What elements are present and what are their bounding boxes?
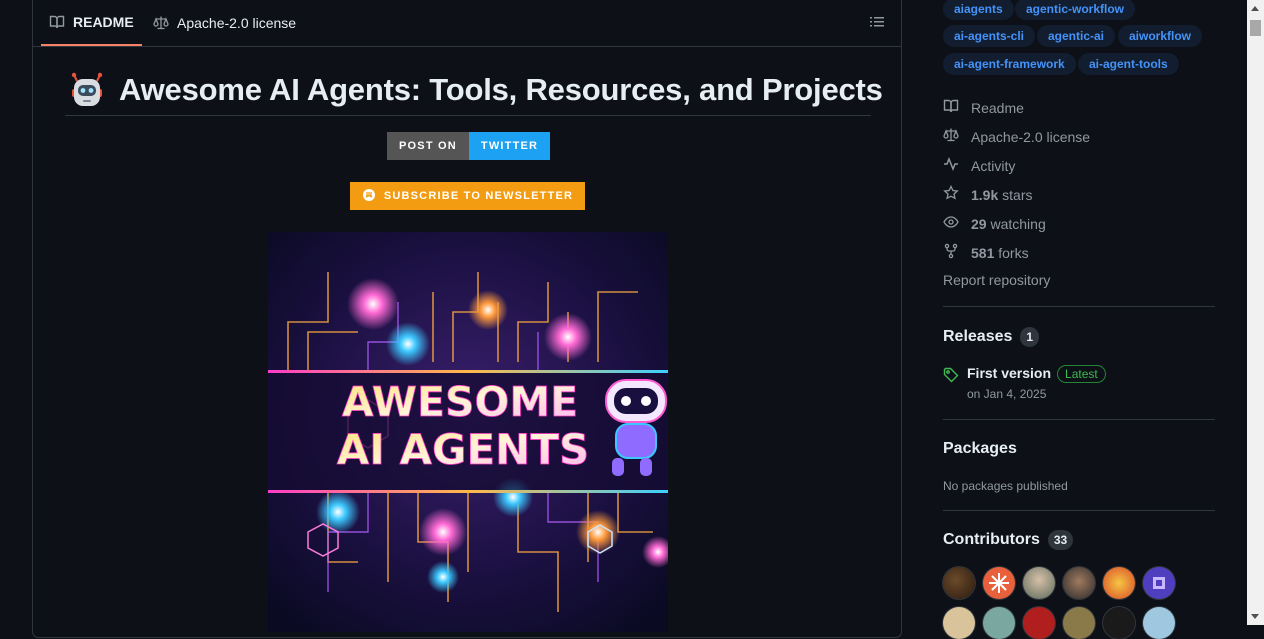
readme-panel: README Apache-2.0 license Awesome AI Age… <box>32 0 902 638</box>
post-on-label: POST ON <box>387 132 469 160</box>
avatar[interactable] <box>983 567 1015 599</box>
packages-heading[interactable]: Packages <box>943 440 1017 458</box>
stars-link[interactable]: 1.9k stars <box>943 184 1033 204</box>
topic-tag[interactable]: ai-agents-cli <box>943 25 1036 47</box>
robot-icon <box>69 72 105 108</box>
watchers-link[interactable]: 29 watching <box>943 214 1046 233</box>
release-name: First version <box>967 365 1052 381</box>
topic-tag[interactable]: agentic-workflow <box>1015 0 1136 20</box>
subscribe-newsletter-badge[interactable]: SUBSCRIBE TO NEWSLETTER <box>350 182 585 210</box>
newsletter-label: SUBSCRIBE TO NEWSLETTER <box>383 190 574 202</box>
hero-line-1: AWESOME <box>342 378 578 426</box>
hero-line-2: AI AGENTS <box>337 425 589 474</box>
topic-tag[interactable]: agentic-ai <box>1037 25 1116 47</box>
readme-tabs: README Apache-2.0 license <box>33 0 901 47</box>
divider <box>943 510 1215 511</box>
scroll-down-icon[interactable] <box>1251 614 1259 619</box>
topic-tag[interactable]: aiworkflow <box>1118 25 1203 47</box>
fork-icon <box>943 243 959 262</box>
watching-label: watching <box>990 215 1046 232</box>
avatar[interactable] <box>1023 567 1055 599</box>
readme-link[interactable]: Readme <box>943 98 1024 117</box>
license-link-label: Apache-2.0 license <box>971 128 1091 145</box>
book-icon <box>49 14 65 30</box>
forks-count: 581 <box>971 244 995 261</box>
tab-license[interactable]: Apache-2.0 license <box>153 0 296 46</box>
release-item[interactable]: First version Latest on Jan 4, 2025 <box>943 365 1106 401</box>
topic-tag[interactable]: aiagents <box>943 0 1014 20</box>
page-scrollbar[interactable] <box>1247 0 1264 625</box>
contributors-count: 33 <box>1047 530 1074 550</box>
topic-tag[interactable]: ai-agent-tools <box>1078 53 1179 75</box>
contributors-title: Contributors <box>943 531 1040 548</box>
tab-readme[interactable]: README <box>41 0 142 46</box>
tab-readme-label: README <box>73 14 134 30</box>
readme-link-label: Readme <box>971 99 1024 116</box>
avatar[interactable] <box>1103 607 1135 639</box>
stars-label: stars <box>1002 186 1033 203</box>
law-icon <box>943 127 959 146</box>
post-on-twitter-badge[interactable]: POST ON TWITTER <box>387 132 551 160</box>
latest-badge: Latest <box>1057 365 1106 383</box>
license-link[interactable]: Apache-2.0 license <box>943 127 1090 146</box>
forks-label: forks <box>998 244 1029 261</box>
avatar[interactable] <box>943 607 975 639</box>
tab-license-label: Apache-2.0 license <box>177 15 297 31</box>
avatar[interactable] <box>1023 607 1055 639</box>
packages-title: Packages <box>943 440 1017 457</box>
law-icon <box>153 15 169 31</box>
divider <box>943 306 1215 307</box>
twitter-label: TWITTER <box>468 132 551 160</box>
scroll-up-icon[interactable] <box>1251 6 1259 11</box>
avatar[interactable] <box>1063 567 1095 599</box>
scrollbar-thumb[interactable] <box>1250 20 1261 36</box>
report-label: Report repository <box>943 272 1051 288</box>
release-date: on Jan 4, 2025 <box>967 387 1047 401</box>
avatar[interactable] <box>983 607 1015 639</box>
substack-icon <box>362 188 376 205</box>
activity-link[interactable]: Activity <box>943 156 1015 175</box>
avatar[interactable] <box>943 567 975 599</box>
readme-heading: Awesome AI Agents: Tools, Resources, and… <box>65 64 883 116</box>
divider <box>943 419 1215 420</box>
watching-count: 29 <box>971 215 987 232</box>
readme-title: Awesome AI Agents: Tools, Resources, and… <box>119 71 883 107</box>
book-icon <box>943 98 959 117</box>
contributors-heading[interactable]: Contributors 33 <box>943 530 1074 550</box>
topic-tag[interactable]: ai-agent-framework <box>943 53 1076 75</box>
pulse-icon <box>943 156 959 175</box>
tag-icon <box>943 367 959 401</box>
star-icon <box>943 184 959 204</box>
table-of-contents-icon[interactable] <box>869 14 885 30</box>
hero-image: AWESOME AI AGENTS <box>268 232 668 632</box>
avatar[interactable] <box>1143 567 1175 599</box>
avatar[interactable] <box>1063 607 1095 639</box>
avatar[interactable] <box>1143 607 1175 639</box>
eye-icon <box>943 214 959 233</box>
packages-text: No packages published <box>943 479 1068 493</box>
releases-heading[interactable]: Releases 1 <box>943 327 1040 347</box>
avatar[interactable] <box>1103 567 1135 599</box>
report-repository-link[interactable]: Report repository <box>943 272 1050 288</box>
stars-count: 1.9k <box>971 186 999 203</box>
forks-link[interactable]: 581 forks <box>943 243 1029 262</box>
releases-title: Releases <box>943 328 1013 345</box>
activity-link-label: Activity <box>971 157 1016 174</box>
releases-count: 1 <box>1020 327 1040 347</box>
